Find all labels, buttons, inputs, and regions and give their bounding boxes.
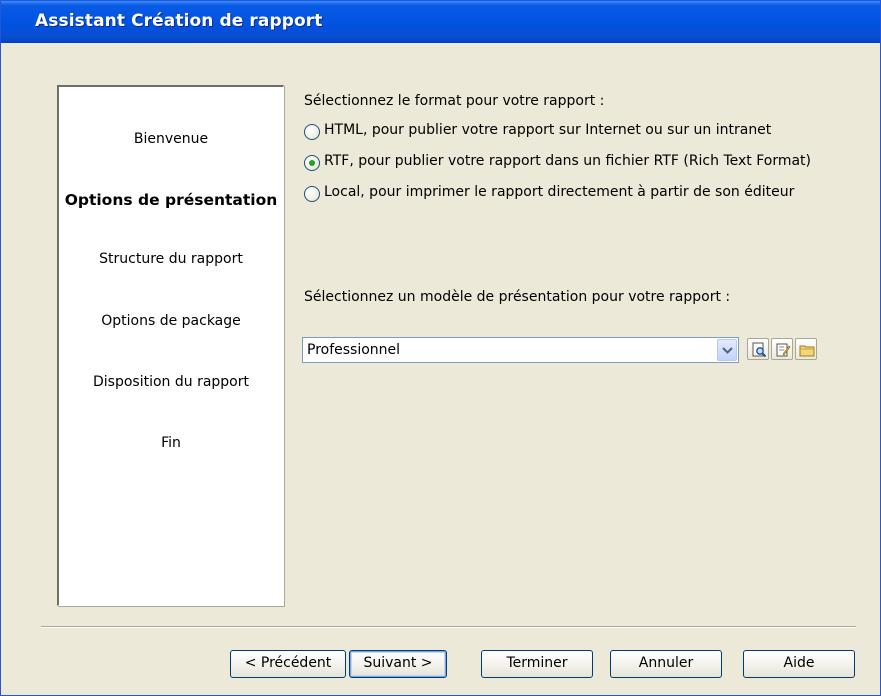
wizard-steps-panel: Bienvenue Options de présentation Struct… <box>57 85 284 606</box>
chevron-down-icon[interactable] <box>717 339 737 361</box>
folder-icon <box>799 345 815 357</box>
report-wizard-window: Assistant Création de rapport Bienvenue … <box>0 0 881 696</box>
footer-separator <box>41 626 856 628</box>
radio-rtf-label[interactable]: RTF, pour publier votre rapport dans un … <box>324 153 811 169</box>
template-select-value: Professionnel <box>307 342 401 358</box>
template-prompt: Sélectionnez un modèle de présentation p… <box>304 289 731 305</box>
open-template-button[interactable] <box>795 338 817 360</box>
step-package-options: Options de package <box>101 313 241 329</box>
cancel-button[interactable]: Annuler <box>610 650 722 678</box>
preview-icon <box>752 342 767 358</box>
step-welcome: Bienvenue <box>133 131 209 147</box>
preview-template-button[interactable] <box>747 338 769 360</box>
radio-local-button[interactable] <box>304 186 320 202</box>
help-button[interactable]: Aide <box>743 650 855 678</box>
template-select[interactable]: Professionnel <box>302 337 739 363</box>
edit-template-button[interactable] <box>771 338 793 360</box>
step-report-structure: Structure du rapport <box>99 251 243 267</box>
radio-local-label[interactable]: Local, pour imprimer le rapport directem… <box>324 184 794 200</box>
window-title: Assistant Création de rapport <box>35 11 323 31</box>
finish-button[interactable]: Terminer <box>481 650 593 678</box>
radio-html-label[interactable]: HTML, pour publier votre rapport sur Int… <box>324 122 771 138</box>
radio-html-button[interactable] <box>304 124 320 140</box>
next-button[interactable]: Suivant > <box>349 650 447 678</box>
step-report-layout: Disposition du rapport <box>93 374 249 390</box>
format-prompt: Sélectionnez le format pour votre rappor… <box>304 93 605 109</box>
edit-icon <box>776 343 791 357</box>
previous-button[interactable]: < Précédent <box>230 650 346 678</box>
title-bar[interactable]: Assistant Création de rapport <box>1 1 880 43</box>
step-presentation-options: Options de présentation <box>64 191 278 209</box>
radio-rtf-button[interactable] <box>304 155 320 171</box>
step-end: Fin <box>161 435 181 451</box>
